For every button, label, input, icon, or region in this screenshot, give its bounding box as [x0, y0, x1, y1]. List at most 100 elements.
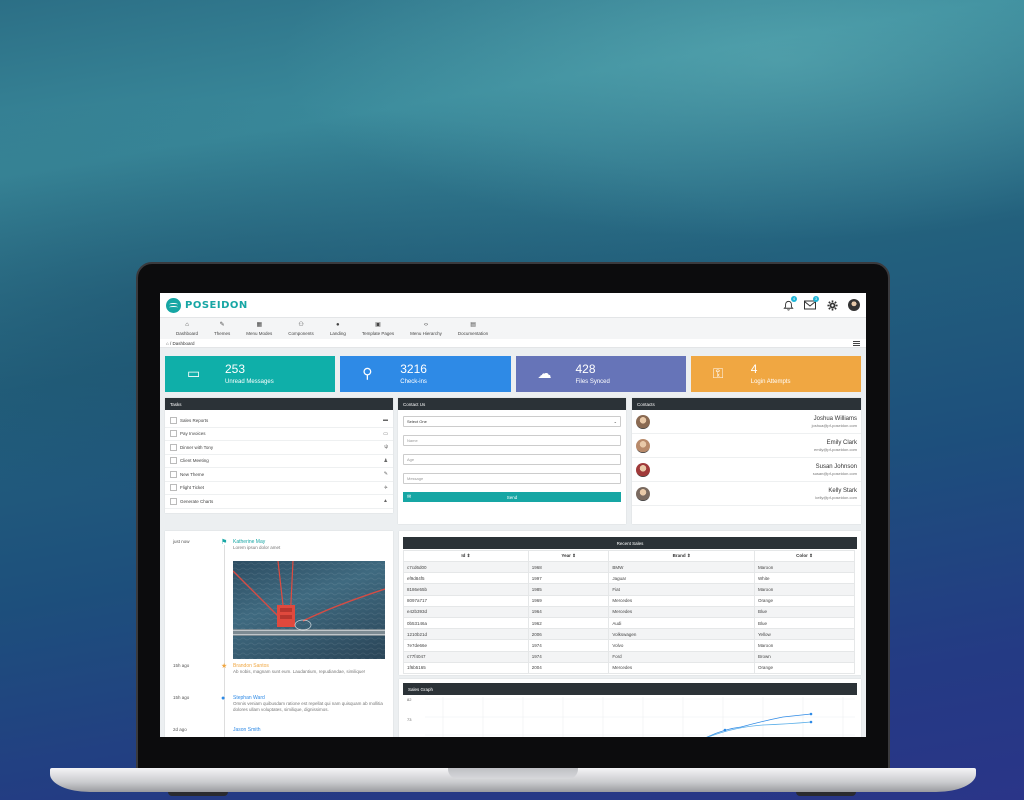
column-header[interactable]: Id ⇕ — [403, 550, 529, 562]
message-field[interactable]: Message — [403, 473, 621, 484]
send-label: Send — [506, 494, 518, 500]
inbox-icon: ▭ — [187, 365, 201, 381]
task-checkbox[interactable] — [170, 497, 177, 505]
laptop-foot — [168, 792, 228, 796]
data-point — [809, 712, 813, 716]
nav-item-dashboard[interactable]: ⌂ Dashboard — [168, 318, 206, 339]
table-cell: 1964 — [527, 605, 610, 618]
timeline-name[interactable]: Jason Smith — [233, 727, 261, 733]
nav-item-label: Dashboard — [176, 330, 199, 336]
task-checkbox[interactable] — [170, 457, 177, 465]
nav-item-template-pages[interactable]: ▣ Template Pages — [354, 318, 402, 339]
sales-table: Id ⇕ Year ⇕ Brand ⇕ Color ⇕ c7cd6d00 1968 BMW… — [403, 550, 856, 674]
stat-card[interactable]: ⚲ 3216 Check-ins — [340, 356, 511, 392]
y-tick-top: 82 — [407, 697, 412, 702]
gear-icon[interactable] — [826, 299, 838, 311]
contact-list: Joshua Williams joshua@pf-poseidon.com Emi… — [632, 410, 861, 506]
stat-card[interactable]: ⚿ 4 Login Attempts — [690, 356, 861, 392]
map-pin-icon: ⚲ — [362, 365, 373, 381]
code-icon: ‹› — [424, 321, 428, 328]
age-field[interactable]: Age — [403, 454, 621, 465]
stat-value: 4 — [750, 362, 758, 376]
column-header[interactable]: Brand ⇕ — [608, 550, 755, 562]
home-icon[interactable]: ⌂ — [166, 341, 169, 346]
table-cell: 1968 — [527, 560, 610, 574]
table-row[interactable]: c7cd6d00 1968 BMW Maroon — [403, 560, 856, 574]
table-cell: Volkswagen — [608, 628, 755, 641]
contacts-panel: Contacts Joshua Williams joshua@pf-poseid… — [632, 398, 861, 524]
task-item: New Theme ✎ — [165, 468, 393, 482]
bell-icon[interactable]: 4 — [782, 296, 797, 311]
task-label: Sales Reports — [180, 417, 209, 423]
nav-item-menu-hierarchy[interactable]: ‹› Menu Hierarchy — [402, 318, 450, 339]
table-row[interactable]: 1210b21d 2006 Volkswagen Yellow — [403, 628, 856, 641]
contact-avatar — [636, 438, 650, 453]
send-icon: ✉ — [407, 494, 412, 500]
key-icon: ⚿ — [712, 365, 724, 381]
stat-card[interactable]: ☁ 428 Files Synced — [515, 356, 686, 392]
column-header[interactable]: Color ⇕ — [753, 550, 856, 562]
user-avatar[interactable] — [848, 299, 860, 311]
contact-avatar — [636, 414, 650, 429]
table-cell: 8186e55b — [403, 583, 529, 596]
logo[interactable]: POSEIDON — [166, 297, 248, 313]
stat-label: Check-ins — [400, 379, 427, 385]
table-cell: 1962 — [527, 616, 610, 630]
nav-item-themes[interactable]: ✎ Themes — [206, 318, 238, 339]
task-checkbox[interactable] — [170, 416, 177, 424]
task-checkbox[interactable] — [170, 470, 177, 478]
nav-item-landing[interactable]: ● Landing — [322, 318, 354, 339]
contact-email: kelly@pf-poseidon.com — [815, 494, 857, 500]
contact-item[interactable]: Emily Clark emily@pf-poseidon.com — [632, 434, 861, 458]
table-row[interactable]: 7e7de66e 1974 Volvo Maroon — [403, 639, 856, 652]
star-icon: ★ — [221, 663, 228, 670]
task-label: Pay Invoices — [180, 431, 206, 437]
contact-item[interactable]: Susan Johnson susan@pf-poseidon.com — [632, 458, 861, 482]
app-name: POSEIDON — [185, 299, 248, 311]
table-cell: c7cd6d00 — [403, 560, 529, 574]
user-icon: ♟ — [383, 457, 388, 464]
contact-name: Kelly Stark — [828, 487, 857, 494]
plane-icon: ✈ — [383, 484, 388, 491]
nav-item-documentation[interactable]: ▤ Documentation — [450, 318, 496, 339]
column-header[interactable]: Year ⇕ — [527, 550, 610, 562]
contact-name: Susan Johnson — [815, 463, 857, 470]
stat-card[interactable]: ▭ 253 Unread Messages — [165, 356, 336, 392]
name-field[interactable]: Name — [403, 435, 621, 446]
table-cell: 1997 — [527, 572, 610, 585]
table-row[interactable]: e42b393d 1964 Mercedes Blue — [403, 605, 856, 618]
sales-graph-chart: 82 73 — [407, 697, 855, 737]
table-row[interactable]: 0b53146a 1962 Audi Blue — [403, 616, 856, 630]
table-row[interactable]: c77f4047 1974 Ford Brown — [403, 650, 856, 663]
contact-avatar — [636, 486, 650, 501]
nav-item-components[interactable]: ⚇ Components — [280, 318, 322, 339]
task-checkbox[interactable] — [170, 430, 177, 438]
stat-value: 3216 — [400, 362, 427, 376]
mail-icon[interactable]: 3 — [804, 296, 819, 311]
table-row[interactable]: 8097a717 1969 Mercedes Orange — [403, 594, 856, 607]
task-label: Client Meeting — [180, 458, 209, 464]
menu-toggle-icon[interactable] — [853, 340, 860, 346]
chevron-down-icon: ⌄ — [613, 419, 617, 424]
table-cell: 1974 — [527, 650, 610, 663]
contact-item[interactable]: Joshua Williams joshua@pf-poseidon.com — [632, 410, 861, 434]
contact-item[interactable]: Kelly Stark kelly@pf-poseidon.com — [632, 482, 861, 506]
table-cell: Mercedes — [608, 661, 755, 674]
table-cell: Maroon — [753, 560, 856, 574]
task-checkbox[interactable] — [170, 443, 177, 451]
table-row[interactable]: 1f6b5165 2004 Mercedes Orange — [403, 661, 856, 674]
select-dropdown[interactable]: Select One ⌄ — [403, 416, 621, 427]
table-cell: 2006 — [527, 628, 610, 641]
table-row[interactable]: ef9d84f5 1997 Jaguar White — [403, 572, 856, 585]
table-row[interactable]: 8186e55b 1985 Fiat Maroon — [403, 583, 856, 596]
table-cell: Maroon — [753, 583, 856, 596]
timeline-text: Ab nobis, magnam sunt eum. Laudantium, r… — [233, 669, 366, 674]
task-label: Dinner with Tony — [180, 444, 214, 450]
breadcrumb-text[interactable]: / Dashboard — [170, 341, 195, 346]
task-checkbox[interactable] — [170, 484, 177, 492]
table-cell: White — [753, 572, 856, 585]
send-button[interactable]: ✉ Send — [403, 492, 621, 502]
timeline-text: Lorem ipsun dolor amet — [233, 545, 281, 550]
nav-item-label: Landing — [329, 330, 346, 336]
nav-item-menu-modes[interactable]: ▦ Menu Modes — [238, 318, 280, 339]
